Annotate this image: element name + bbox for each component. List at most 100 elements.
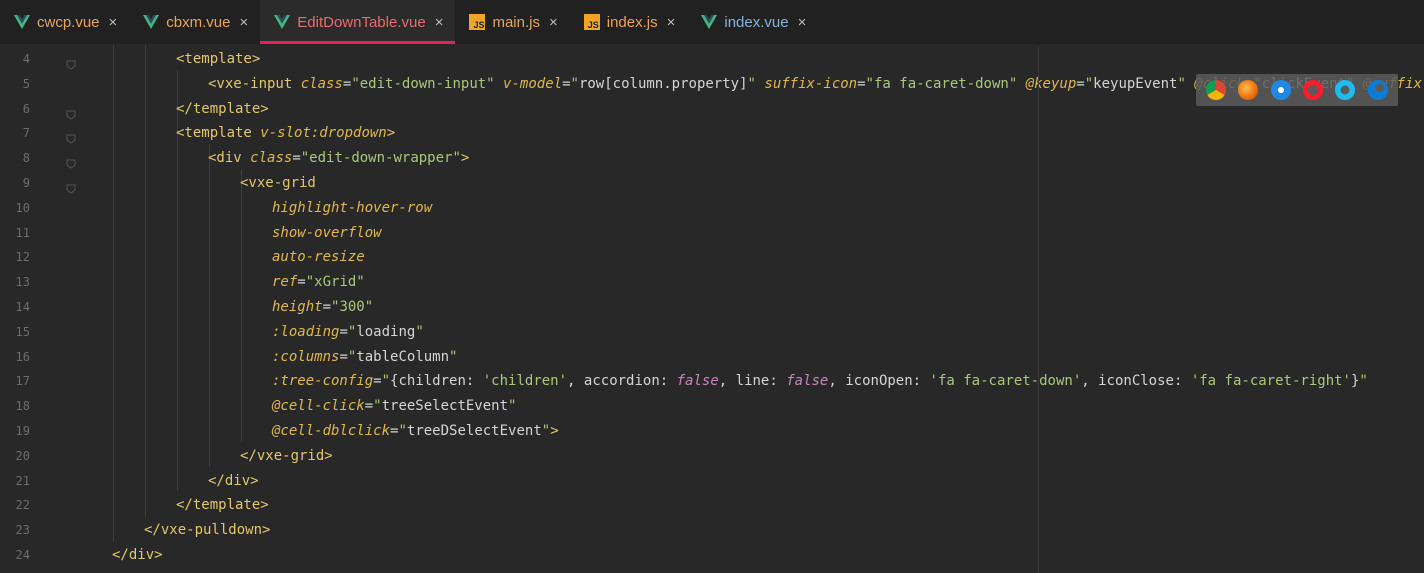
code-line[interactable]: ref="xGrid"	[272, 270, 365, 295]
code-token: "	[373, 398, 382, 415]
close-icon[interactable]: ×	[549, 14, 558, 31]
line-number: 13	[15, 275, 30, 290]
code-token: :loading	[272, 323, 340, 340]
line-number: 10	[15, 200, 30, 215]
indent-guide	[209, 144, 210, 467]
code-token: </div>	[208, 472, 259, 489]
code-token: "	[1084, 75, 1094, 92]
line-number: 14	[15, 300, 30, 314]
code-line[interactable]: </template>	[176, 97, 269, 122]
code-line[interactable]: :columns="tableColumn"	[272, 345, 457, 370]
line-number: 6	[22, 101, 30, 116]
code-token: =	[364, 398, 374, 415]
firefox-icon[interactable]	[1238, 80, 1259, 100]
code-token: </div>	[112, 547, 163, 563]
edge-icon[interactable]	[1367, 80, 1388, 100]
code-token: "fa fa-caret-down"	[865, 75, 1018, 92]
code-line[interactable]: show-overflow	[272, 221, 382, 246]
line-number: 15	[15, 324, 30, 339]
close-icon[interactable]: ×	[109, 14, 118, 31]
code-token: </template>	[176, 100, 269, 117]
code-line[interactable]: height="300"	[272, 295, 373, 320]
code-line[interactable]: <div class="edit-down-wrapper">	[208, 146, 469, 171]
code-token: "	[541, 423, 551, 439]
fold-marker-icon[interactable]	[66, 55, 76, 70]
code-token: =	[292, 150, 301, 167]
code-line[interactable]: </template>	[176, 493, 269, 518]
code-line[interactable]: </vxe-pulldown>	[144, 518, 270, 543]
tab-index-js[interactable]: JS index.js ×	[570, 0, 688, 44]
fold-marker-icon[interactable]	[66, 154, 76, 169]
code-line[interactable]: <template v-slot:dropdown>	[176, 121, 395, 146]
code-token: class	[250, 150, 293, 167]
code-token: :tree-config	[272, 373, 374, 390]
code-token: treeDSelectEvent	[406, 423, 542, 439]
ruler-line	[1038, 46, 1039, 573]
code-token: highlight-hover-row	[272, 199, 433, 216]
tab-label: index.vue	[724, 13, 789, 31]
indent-guide	[113, 45, 114, 541]
tab-cwcp-vue[interactable]: cwcp.vue ×	[0, 0, 129, 44]
opera-icon[interactable]	[1303, 80, 1324, 100]
close-icon[interactable]: ×	[240, 14, 249, 31]
line-number: 16	[15, 349, 30, 364]
line-number: 12	[15, 250, 30, 265]
code-line[interactable]: :loading="loading"	[272, 320, 424, 345]
code-line[interactable]: </vxe-grid>	[240, 444, 333, 469]
code-token: "xGrid"	[305, 274, 365, 291]
tab-cbxm-vue[interactable]: cbxm.vue ×	[129, 0, 260, 44]
code-line[interactable]: @cell-click="treeSelectEvent"	[272, 394, 516, 419]
code-line[interactable]: auto-resize	[272, 245, 365, 270]
code-token: {children:	[390, 373, 483, 390]
fold-marker-icon[interactable]	[66, 179, 76, 194]
line-number: 21	[15, 473, 30, 488]
tab-bar: cwcp.vue × cbxm.vue × EditDownTable.vue × JS ma…	[0, 0, 1424, 44]
tab-main-js[interactable]: JS main.js ×	[455, 0, 569, 44]
line-number: 22	[15, 498, 30, 513]
code-token: , accordion:	[567, 373, 677, 390]
code-token: </vxe-grid>	[240, 447, 333, 464]
code-line[interactable]: highlight-hover-row	[272, 196, 432, 221]
code-line[interactable]: <template>	[176, 47, 260, 72]
code-token: =	[857, 75, 866, 92]
code-token: keyupEvent	[1093, 75, 1178, 92]
code-editor[interactable]: 4 5 6 7 8 9 10 11 12 13 14 15 16 17 18 19 20 21 22 23 24 <te…	[0, 45, 1424, 573]
indent-guide	[241, 169, 242, 442]
open-in-browser-toolbar	[1196, 74, 1398, 106]
code-token: </template>	[176, 497, 269, 514]
line-number: 18	[15, 399, 30, 414]
line-number: 8	[22, 151, 30, 166]
tab-label: main.js	[492, 13, 540, 31]
vue-file-icon	[143, 15, 160, 29]
code-token: suffix-icon	[764, 75, 858, 92]
code-token: "	[1359, 373, 1368, 390]
tab-index-vue[interactable]: index.vue ×	[687, 0, 818, 44]
code-line[interactable]: <vxe-grid	[240, 171, 316, 196]
code-token: :columns	[272, 348, 340, 365]
code-token: <vxe-input	[208, 75, 301, 92]
code-token: @cell-dblclick	[272, 423, 391, 439]
code-token: "	[449, 348, 458, 365]
tab-editdowntable-vue[interactable]: EditDownTable.vue ×	[260, 0, 456, 44]
code-token: show-overflow	[272, 224, 382, 241]
code-line[interactable]: :tree-config="{children: 'children', acc…	[272, 369, 1368, 394]
code-token: =	[339, 348, 348, 365]
fold-marker-icon[interactable]	[66, 105, 76, 120]
ie-icon[interactable]	[1335, 80, 1356, 100]
chrome-icon[interactable]	[1206, 80, 1227, 100]
code-line[interactable]: @cell-dblclick="treeDSelectEvent">	[272, 419, 559, 444]
line-number: 4	[22, 52, 30, 66]
code-line[interactable]: </div>	[208, 469, 259, 494]
close-icon[interactable]: ×	[435, 14, 444, 31]
code-token: 'fa fa-caret-down'	[929, 373, 1082, 390]
close-icon[interactable]: ×	[667, 14, 676, 31]
code-token: , iconOpen:	[828, 373, 930, 390]
code-line[interactable]: </div>	[112, 543, 163, 568]
fold-marker-icon[interactable]	[66, 129, 76, 145]
safari-icon[interactable]	[1270, 80, 1291, 100]
tab-label: EditDownTable.vue	[297, 13, 426, 31]
close-icon[interactable]: ×	[798, 14, 807, 31]
code-token: </vxe-pulldown>	[144, 522, 271, 539]
vue-file-icon	[274, 15, 291, 29]
